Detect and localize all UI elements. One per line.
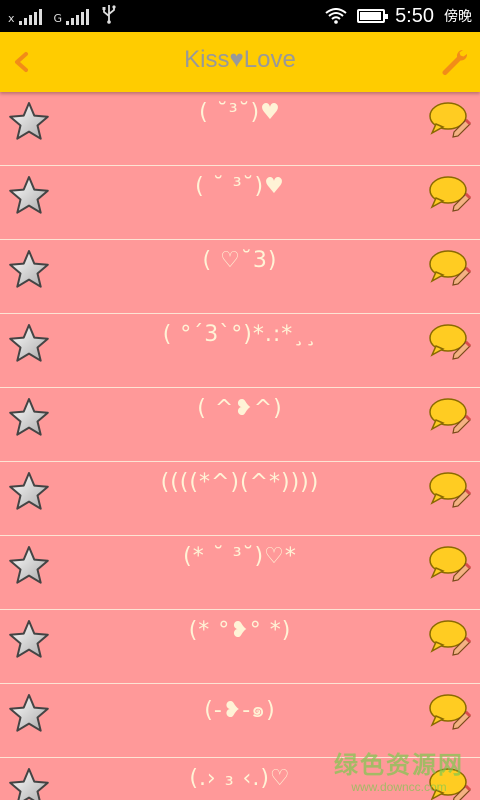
- chat-bubble-pencil-icon[interactable]: [428, 470, 472, 510]
- chat-bubble-pencil-icon[interactable]: [428, 396, 472, 436]
- chat-bubble-pencil-icon[interactable]: [428, 174, 472, 214]
- wrench-icon[interactable]: [436, 44, 472, 80]
- kaomoji-text[interactable]: ( ^❥^): [60, 396, 420, 421]
- star-icon[interactable]: [7, 322, 51, 366]
- list-item[interactable]: (* °❥° *): [0, 610, 480, 684]
- title-kiss: Kiss: [184, 46, 230, 73]
- chat-bubble-pencil-icon[interactable]: [428, 544, 472, 584]
- list-item[interactable]: ( ^❥^): [0, 388, 480, 462]
- star-icon[interactable]: [7, 618, 51, 662]
- kaomoji-text[interactable]: ( ♡˘3): [60, 248, 420, 273]
- star-icon[interactable]: [7, 396, 51, 440]
- sim2-label: G: [53, 12, 63, 25]
- app-header: Kiss♥Love: [0, 32, 480, 92]
- kaomoji-text[interactable]: (* ˘ ³˘)♡*: [60, 544, 420, 569]
- battery-level: [360, 12, 382, 20]
- star-icon[interactable]: [7, 692, 51, 736]
- star-icon[interactable]: [7, 100, 51, 144]
- star-icon[interactable]: [7, 470, 51, 514]
- chat-bubble-pencil-icon[interactable]: [428, 100, 472, 140]
- title-heart: ♥: [229, 46, 244, 73]
- title-love: Love: [243, 46, 296, 73]
- kaomoji-text[interactable]: (* °❥° *): [60, 618, 420, 643]
- list-item[interactable]: ((((*^)(^*)))): [0, 462, 480, 536]
- status-bar-right: 5:50 傍晚: [325, 3, 472, 29]
- sim1-label: x: [8, 12, 15, 25]
- kaomoji-text[interactable]: ((((*^)(^*)))): [60, 470, 420, 495]
- watermark-cn: 绿色资源网: [334, 751, 464, 779]
- watermark-url: www.downcc.com: [351, 780, 447, 794]
- watermark: 绿色资源网 www.downcc.com: [334, 745, 464, 794]
- kaomoji-list: ( ˘³˘)♥ ( ˘ ³˘)♥ ( ♡˘3) ( °´3`°)*.:*¸¸ ( ^❥^…: [0, 92, 480, 800]
- kaomoji-text[interactable]: ( ˘ ³˘)♥: [60, 174, 420, 199]
- signal-icon: G: [54, 7, 90, 25]
- star-icon[interactable]: [7, 248, 51, 292]
- clock-period: 傍晚: [444, 9, 472, 25]
- clock-time: 5:50: [395, 4, 434, 27]
- star-icon[interactable]: [7, 174, 51, 218]
- battery-icon: [357, 9, 389, 23]
- list-item[interactable]: ( °´3`°)*.:*¸¸: [0, 314, 480, 388]
- chat-bubble-pencil-icon[interactable]: [428, 618, 472, 658]
- list-item[interactable]: ( ˘ ³˘)♥: [0, 166, 480, 240]
- status-bar-left: x G: [8, 4, 117, 28]
- list-item[interactable]: (* ˘ ³˘)♡*: [0, 536, 480, 610]
- usb-icon: [101, 4, 117, 28]
- list-item[interactable]: ( ˘³˘)♥: [0, 92, 480, 166]
- signal-icon: x: [8, 7, 42, 25]
- chat-bubble-pencil-icon[interactable]: [428, 248, 472, 288]
- wifi-icon: [325, 8, 347, 24]
- chat-bubble-pencil-icon[interactable]: [428, 322, 472, 362]
- kaomoji-text[interactable]: ( °´3`°)*.:*¸¸: [60, 322, 420, 347]
- page-title: Kiss♥Love: [0, 46, 480, 74]
- kaomoji-text[interactable]: (-❥-๑): [60, 692, 420, 727]
- star-icon[interactable]: [7, 766, 51, 800]
- chat-bubble-pencil-icon[interactable]: [428, 692, 472, 732]
- list-item[interactable]: ( ♡˘3): [0, 240, 480, 314]
- status-bar: x G 5:50 傍晚: [0, 0, 480, 32]
- kaomoji-text[interactable]: ( ˘³˘)♥: [60, 100, 420, 125]
- star-icon[interactable]: [7, 544, 51, 588]
